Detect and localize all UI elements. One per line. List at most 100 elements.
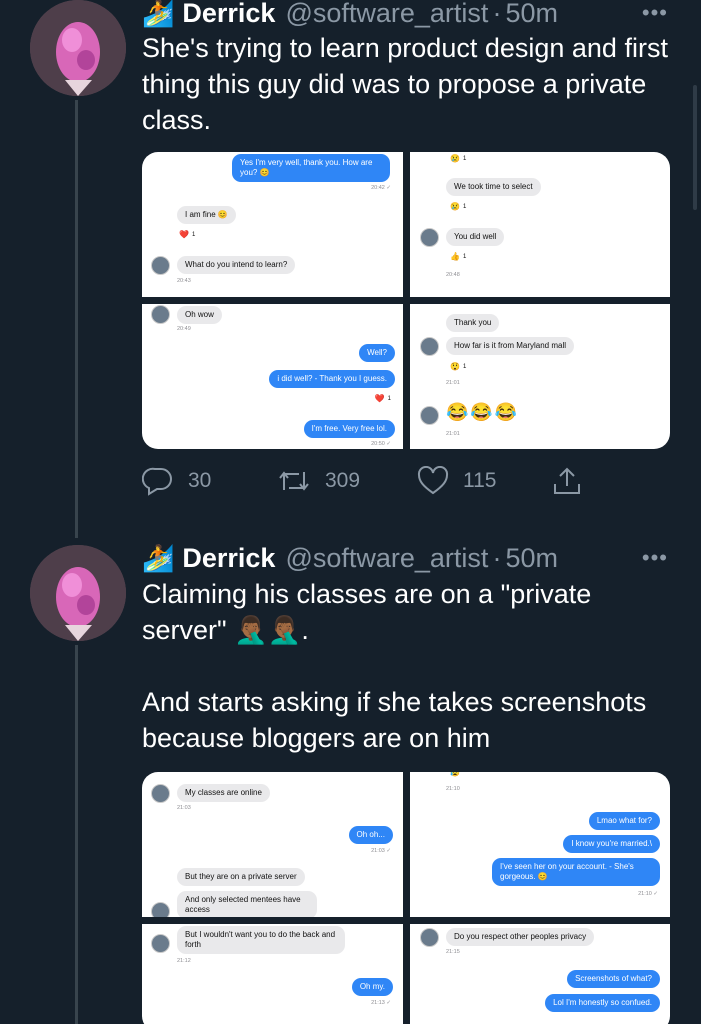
contact-avatar [420,228,439,247]
reaction-count: 1 [462,155,467,162]
contact-avatar [420,337,439,356]
message-bubble: Lmao what for? [588,812,660,830]
message-time: 21:01 [446,431,460,437]
message-bubble: Lol I'm honestly so confued. [545,994,660,1012]
author-handle[interactable]: @software_artist [285,0,488,29]
contact-avatar [151,305,170,324]
timestamp[interactable]: 50m [505,543,558,574]
tweet-media[interactable]: My classes are online 21:03 Oh oh... 21:… [142,772,670,1024]
avatar[interactable] [30,0,126,96]
message-bubble: i did well? - Thank you I guess. [269,370,395,388]
message-bubble: But I wouldn't want you to do the back a… [177,926,345,954]
surfer-icon: 🏄 [142,0,175,28]
contact-avatar [151,784,170,803]
message-bubble: I've seen her on your account. - She's g… [492,858,660,886]
message-bubble: Oh my. [351,978,393,996]
contact-avatar [151,902,170,917]
reaction-count: 1 [462,203,467,210]
like-count: 115 [463,469,497,492]
tweet-text-line: server" 🤦🏾‍♂️🤦🏾‍♂️. [142,612,682,648]
like-button[interactable]: 115 [417,466,552,496]
message-bubble: Oh oh... [348,826,393,844]
reaction-count: 1 [191,231,196,238]
screenshot-panel[interactable]: Thank you How far is it from Maryland ma… [410,304,670,449]
reaction-count: 1 [462,253,467,260]
message-bubble: Well? [359,344,395,362]
contact-avatar [420,928,439,947]
page-scrollbar[interactable] [693,85,697,210]
thread-line [75,645,78,1024]
reaction-emoji: 👍 [450,252,460,261]
retweet-icon [279,471,309,491]
author-name[interactable]: Derrick [182,543,275,574]
message-time: 20:42 ✓ [371,185,391,191]
message-time: 21:10 ✓ [638,891,658,897]
screenshot-panel[interactable]: Do you respect other peoples privacy 21:… [410,924,670,1024]
avatar[interactable] [30,545,126,641]
avatar-image [30,0,126,96]
tweet-text: Claiming his classes are on a "private s… [142,576,682,756]
message-bubble: What do you intend to learn? [177,256,296,274]
message-bubble: Do you respect other peoples privacy [446,928,595,946]
reaction-count: 1 [462,363,467,370]
screenshot-panel[interactable]: Oh wow 20:49 Well? i did well? - Thank y… [142,304,403,449]
reaction: 😢 1 [450,154,466,163]
separator: · [492,0,502,28]
message-time: 21:01 [446,380,460,386]
screenshot-panel[interactable]: 😰 21:10 Lmao what for? I know you're mar… [410,772,670,917]
message-bubble: How far is it from Maryland mall [446,337,575,355]
reply-button[interactable]: 30 [142,466,277,496]
message-time: 21:10 [446,786,460,792]
message-time: 20:43 [177,278,191,284]
screenshot-panel[interactable]: Yes I'm very well, thank you. How are yo… [142,152,403,297]
reaction-emoji: ❤️ [179,230,189,239]
reaction-emoji: 😢 [450,202,460,211]
message-time: 21:03 [177,805,191,811]
message-bubble: Screenshots of what? [567,970,660,988]
more-options-icon[interactable]: ••• [642,0,668,26]
message-time: 20:50 ✓ [371,441,391,447]
message-bubble: I know you're married.\ [563,835,660,853]
message-bubble: My classes are online [177,784,270,802]
screenshot-panel[interactable]: My classes are online 21:03 Oh oh... 21:… [142,772,403,917]
screenshot-panel[interactable]: But I wouldn't want you to do the back a… [142,924,403,1024]
reaction-emoji: 😰 [450,772,460,777]
reaction: 😲 1 [450,362,466,371]
avatar-image [30,545,126,641]
message-bubble: Oh wow [177,306,222,324]
message-bubble: I am fine 😊 [177,206,236,224]
screenshot-panel[interactable]: 😢 1 We took time to select 😢 1 You did w… [410,152,670,297]
message-time: 21:12 [177,958,191,964]
reply-count: 30 [188,469,212,492]
reaction: 😢 1 [450,202,466,211]
author-name[interactable]: Derrick [182,0,275,29]
surfer-icon: 🏄 [142,542,175,573]
retweet-count: 309 [325,469,361,492]
reaction-emoji: 😲 [450,362,460,371]
heart-icon [417,466,449,495]
tweet-text: She's trying to learn product design and… [142,33,668,135]
timestamp[interactable]: 50m [505,0,558,29]
tweet-header: 🏄 Derrick @software_artist · 50m [142,543,558,573]
message-time: 21:13 ✓ [371,1000,391,1006]
separator: · [492,542,502,573]
message-bubble: But they are on a private server [177,868,305,886]
tweet-text-fragment: server" [142,615,227,645]
share-button[interactable] [552,466,582,496]
contact-avatar [420,406,439,425]
message-bubble: We took time to select [446,178,541,196]
reaction-count: 1 [387,395,391,402]
reaction-emoji: 😢 [450,154,460,163]
message-bubble: Yes I'm very well, thank you. How are yo… [232,154,390,182]
tweet-media[interactable]: Yes I'm very well, thank you. How are yo… [142,152,670,449]
author-handle[interactable]: @software_artist [285,543,488,574]
message-time: 20:48 [446,272,460,278]
tweet-actions: 30 309 115 [142,466,582,496]
retweet-button[interactable]: 309 [277,466,417,496]
message-time: 21:15 [446,949,460,955]
more-options-icon[interactable]: ••• [642,545,668,571]
tweet-text-line: Claiming his classes are on a "private [142,579,592,609]
message-bubble: You did well [446,228,505,246]
share-icon [554,467,580,494]
message-time: 21:03 ✓ [371,848,391,854]
